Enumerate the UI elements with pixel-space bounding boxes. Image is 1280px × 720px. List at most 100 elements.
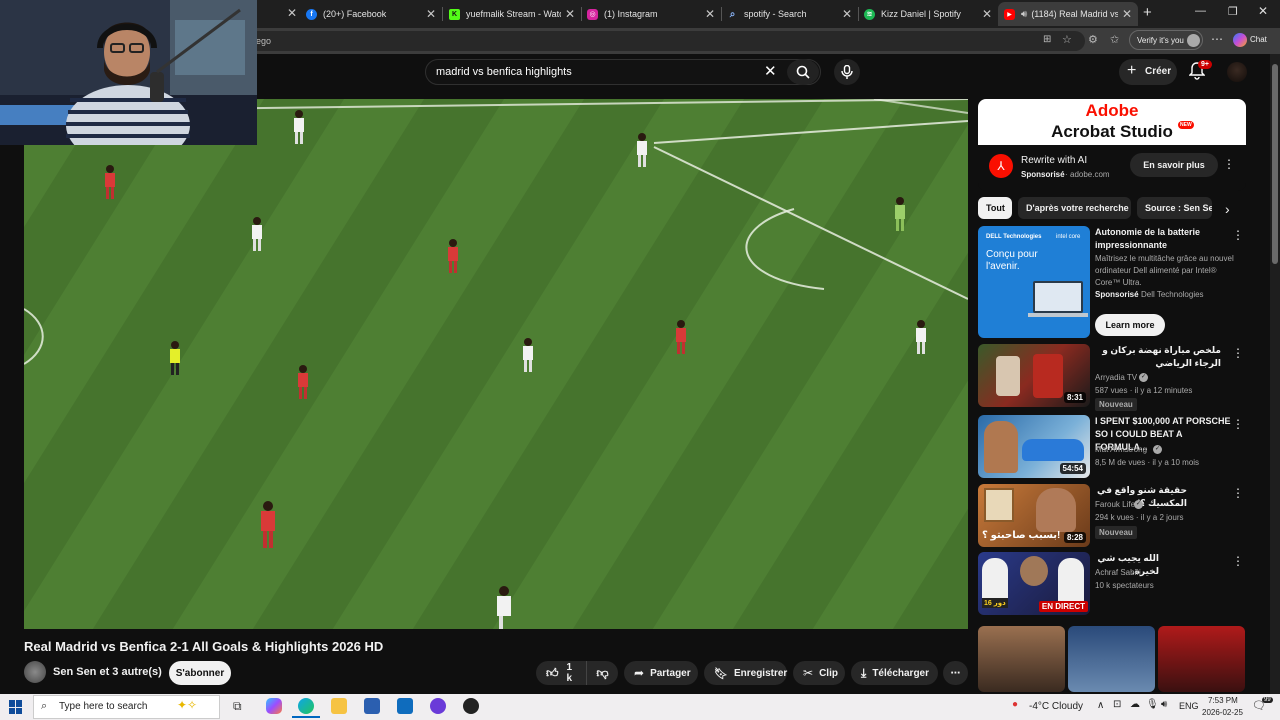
search-input[interactable]: madrid vs benfica highlights — [425, 59, 821, 85]
scrollbar-thumb[interactable] — [1272, 64, 1278, 264]
rec-menu-icon[interactable]: ⋮ — [1232, 228, 1244, 242]
bookmark-star-icon[interactable]: ☆ — [1062, 33, 1072, 46]
tab-youtube-active[interactable]: ▶ 🔊︎ (1184) Real Madrid vs B ✕ — [998, 2, 1138, 26]
task-view-icon[interactable]: ⧉ — [233, 699, 242, 714]
close-tab-icon[interactable]: ✕ — [982, 7, 992, 21]
rec-title: ملخص مباراة نهضة بركان و الرجاء الرياضي — [1102, 345, 1221, 368]
channel-avatar[interactable] — [24, 661, 46, 683]
clip-button[interactable]: ✂ Clip — [793, 661, 845, 685]
app-icon[interactable] — [463, 698, 479, 714]
search-button[interactable] — [787, 59, 819, 85]
dell-ad-thumbnail: DELL Technologies intel core Conçu pour … — [978, 226, 1090, 338]
dislike-button[interactable]: 👎︎ — [586, 661, 618, 685]
download-button[interactable]: ⤓ Télécharger — [851, 661, 938, 685]
tab-spotify-search[interactable]: ⌕ spotify - Search ✕ — [721, 2, 858, 26]
app-icon[interactable] — [430, 698, 446, 714]
ad-domain-separator: · — [1065, 170, 1068, 179]
learn-more-button[interactable]: Learn more — [1095, 314, 1165, 336]
rec-menu-icon[interactable]: ⋮ — [1232, 346, 1244, 360]
speaker-icon[interactable]: 🔊︎ — [1021, 9, 1027, 20]
notifications-button[interactable]: 9+ — [1188, 60, 1212, 82]
recommended-ad-dell[interactable]: DELL Technologies intel core Conçu pour … — [978, 226, 1268, 338]
close-tab-icon[interactable]: ✕ — [426, 7, 436, 21]
voice-search-button[interactable] — [834, 59, 860, 85]
rec-channel[interactable]: Mat Armstrong — [1095, 445, 1147, 454]
rec-menu-icon[interactable]: ⋮ — [1232, 486, 1244, 500]
new-tab-button[interactable]: + — [1143, 4, 1152, 21]
clear-search-icon[interactable]: ✕ — [764, 62, 777, 80]
tab-spotify[interactable]: ≋ Kizz Daniel | Spotify ✕ — [858, 2, 998, 26]
tab-kick[interactable]: K yuefmalik Stream - Watch Li ✕ — [443, 2, 581, 26]
windows-start-icon[interactable] — [9, 700, 23, 714]
tab-facebook[interactable]: f (20+) Facebook ✕ — [300, 2, 442, 26]
save-button[interactable]: 🔖︎ Enregistrer — [704, 661, 787, 685]
close-tab-icon[interactable]: ✕ — [842, 7, 852, 21]
page-scrollbar[interactable] — [1270, 54, 1280, 694]
language-indicator[interactable]: ENG — [1179, 701, 1199, 711]
tab-instagram[interactable]: ◎ (1) Instagram ✕ — [581, 2, 721, 26]
favorites-icon[interactable]: ✩ — [1110, 33, 1119, 46]
recommended-video[interactable]: 8:31 ملخص مباراة نهضة بركان و الرجاء الر… — [978, 344, 1268, 411]
subscribe-button[interactable]: S'abonner — [169, 661, 231, 685]
omnibox[interactable]: ego — [230, 31, 1085, 51]
store-icon[interactable] — [364, 698, 380, 714]
verify-identity-button[interactable]: Verify it's you — [1129, 30, 1203, 50]
channel-name[interactable]: Sen Sen et 3 autre(s) — [53, 666, 162, 678]
bookmark-icon: 🔖︎ — [714, 667, 728, 680]
rec-meta: 8,5 M de vues · il y a 10 mois — [1095, 458, 1200, 467]
short-thumbnail[interactable] — [1068, 626, 1155, 692]
weather-text[interactable]: -4°C Cloudy — [1029, 701, 1083, 712]
chip-source[interactable]: Source : Sen Se — [1137, 197, 1212, 219]
video-player[interactable] — [24, 99, 968, 629]
taskbar-search-input[interactable]: ⌕ Type here to search ✦✧ — [33, 695, 220, 719]
rec-channel[interactable]: Arryadia TV — [1095, 373, 1137, 382]
thumb-photo — [984, 488, 1014, 522]
close-tab-icon[interactable]: ✕ — [1122, 7, 1132, 21]
install-app-icon[interactable]: ⊞ — [1043, 34, 1051, 45]
rec-channel[interactable]: Farouk Life — [1095, 500, 1135, 509]
clock-date[interactable]: 2026-02-25 — [1202, 708, 1243, 717]
minimize-icon[interactable]: — — [1195, 5, 1206, 17]
volume-icon[interactable]: 🔊︎ — [1161, 699, 1167, 710]
chip-all[interactable]: Tout — [978, 197, 1012, 219]
rec-channel[interactable]: Achraf Sabiri — [1095, 568, 1141, 577]
more-actions-button[interactable]: ⋯ — [943, 661, 968, 685]
close-tab-icon[interactable]: ✕ — [565, 7, 575, 21]
more-options-icon[interactable]: ⋯ — [1211, 32, 1223, 46]
edge-browser-icon[interactable] — [298, 698, 314, 714]
network-icon[interactable]: ⊡ — [1113, 699, 1121, 710]
create-button[interactable]: + Créer — [1119, 59, 1177, 85]
tab-label: spotify - Search — [744, 9, 807, 19]
cloud-icon[interactable]: ☁ — [1130, 699, 1140, 710]
chip-related[interactable]: D'après votre recherche — [1018, 197, 1131, 219]
recommended-video[interactable]: 54:54 I SPENT $100,000 AT PORSCHE SO I C… — [978, 415, 1268, 479]
rec-menu-icon[interactable]: ⋮ — [1232, 417, 1244, 431]
maximize-icon[interactable]: ❐ — [1228, 5, 1238, 18]
share-label: Partager — [650, 667, 691, 679]
chevron-right-icon[interactable]: › — [1225, 201, 1230, 217]
short-thumbnail[interactable] — [978, 626, 1065, 692]
ad-menu-icon[interactable]: ⋮ — [1223, 157, 1235, 171]
show-hidden-icons[interactable]: ∧ — [1097, 700, 1104, 711]
clock-time[interactable]: 7:53 PM — [1208, 696, 1238, 705]
outlook-icon[interactable] — [397, 698, 413, 714]
recommended-video[interactable]: بسبب صاحبتو ؟! 8:28 حقيقة شنو واقع في ال… — [978, 484, 1268, 548]
mic-icon[interactable]: 🎙︎ — [1146, 699, 1159, 710]
like-button[interactable]: 👍︎ 1 k — [536, 661, 586, 685]
account-avatar[interactable] — [1227, 62, 1247, 82]
close-tab-icon[interactable]: ✕ — [705, 7, 715, 21]
file-explorer-icon[interactable] — [331, 698, 347, 714]
ad-cta-button[interactable]: En savoir plus — [1130, 153, 1218, 177]
short-thumbnail[interactable] — [1158, 626, 1245, 692]
close-tab-icon[interactable]: ✕ — [287, 6, 297, 20]
copilot-taskbar-icon[interactable] — [266, 698, 282, 714]
sponsored-ad-card[interactable]: Adobe Acrobat Studio NEW ⅄ Rewrite with … — [978, 99, 1246, 191]
copilot-chat-button[interactable]: Chat — [1233, 31, 1278, 49]
share-button[interactable]: ➦ Partager — [624, 661, 698, 685]
extensions-icon[interactable]: ⚙ — [1088, 33, 1098, 46]
rec-menu-icon[interactable]: ⋮ — [1232, 554, 1244, 568]
recommended-live[interactable]: دور 16 EN DIRECT الله يجيب شي لخيرة. Ach… — [978, 552, 1268, 616]
video-title: Real Madrid vs Benfica 2-1 All Goals & H… — [24, 639, 384, 654]
window-close-icon[interactable]: ✕ — [1258, 4, 1268, 18]
search-icon — [796, 65, 810, 79]
